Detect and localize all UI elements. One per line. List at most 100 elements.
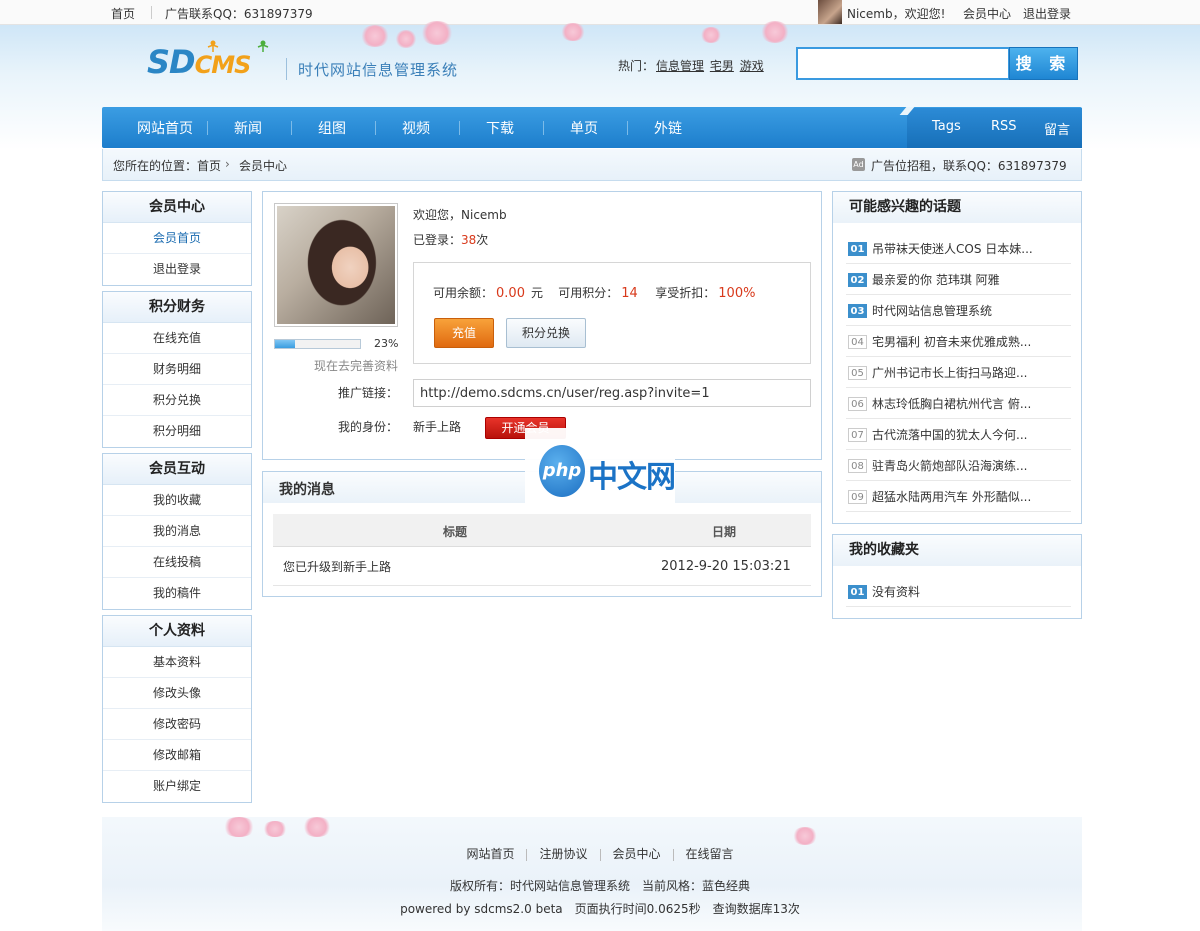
hot-link-otaku[interactable]: 宅男 xyxy=(710,59,734,73)
top-logout-link[interactable]: 退出登录 xyxy=(1023,5,1071,22)
nav-item-page[interactable]: 单页 xyxy=(570,118,598,138)
sidebar-section-title: 积分财务 xyxy=(103,292,251,323)
balance-unit: 元 xyxy=(530,286,543,300)
sidebar-item-finance-detail[interactable]: 财务明细 xyxy=(103,354,251,385)
decor-petal xyxy=(302,817,332,837)
sidebar-section-profile: 个人资料 基本资料 修改头像 修改密码 修改邮箱 账户绑定 xyxy=(102,615,252,803)
sidebar-item-logout[interactable]: 退出登录 xyxy=(103,254,251,285)
nav-tags-link[interactable]: Tags xyxy=(932,119,961,134)
message-title[interactable]: 您已升级到新手上路 xyxy=(283,558,391,575)
discount-value: 100% xyxy=(718,286,756,301)
list-item[interactable]: 01 吊带袜天使迷人COS 日本妹... xyxy=(846,233,1071,264)
points-label: 可用积分： xyxy=(558,286,619,300)
logo-cms: CMS xyxy=(194,51,252,79)
topic-link[interactable]: 超猛水陆两用汽车 外形酷似... xyxy=(872,488,1031,505)
logins-suffix: 次 xyxy=(476,233,489,247)
search-button[interactable]: 搜 索 xyxy=(1009,47,1078,80)
logo-divider xyxy=(286,58,287,80)
nav-item-download[interactable]: 下载 xyxy=(486,118,514,138)
sidebar-item-points-detail[interactable]: 积分明细 xyxy=(103,416,251,447)
nav-item-home[interactable]: 网站首页 xyxy=(137,118,193,138)
username: Nicemb xyxy=(461,208,507,222)
sidebar-section-title: 会员互动 xyxy=(103,454,251,485)
account-summary: 可用余额： 0.00 元 可用积分： 14 享受折扣： 100% xyxy=(433,284,761,301)
sidebar-item-password[interactable]: 修改密码 xyxy=(103,709,251,740)
list-item[interactable]: 04 宅男福利 初音未来优雅成熟... xyxy=(846,326,1071,357)
top-bar: 首页 广告联系QQ：631897379 Nicemb，欢迎您! 会员中心 退出登… xyxy=(0,0,1200,25)
nav-rss-link[interactable]: RSS xyxy=(991,119,1017,134)
footer-link-agreement[interactable]: 注册协议 xyxy=(527,845,599,862)
sidebar-item-messages[interactable]: 我的消息 xyxy=(103,516,251,547)
points-exchange-button[interactable]: 积分兑换 xyxy=(506,318,586,348)
promo-link-field[interactable] xyxy=(413,379,811,407)
list-item[interactable]: 09 超猛水陆两用汽车 外形酷似... xyxy=(846,481,1071,512)
list-item[interactable]: 03 时代网站信息管理系统 xyxy=(846,295,1071,326)
favorites-title: 我的收藏夹 xyxy=(833,535,1081,566)
favorite-item-text: 没有资料 xyxy=(872,585,921,599)
identity-label: 我的身份： xyxy=(338,420,399,434)
nav-item-video[interactable]: 视频 xyxy=(402,118,430,138)
rank-badge: 08 xyxy=(848,459,867,473)
sidebar-item-points-exchange[interactable]: 积分兑换 xyxy=(103,385,251,416)
sidebar-item-email[interactable]: 修改邮箱 xyxy=(103,740,251,771)
sidebar-item-member-home[interactable]: 会员首页 xyxy=(103,223,251,254)
sidebar-item-submit[interactable]: 在线投稿 xyxy=(103,547,251,578)
profile-welcome: 欢迎您，Nicemb xyxy=(413,206,507,223)
decor-petal xyxy=(700,27,722,43)
topic-link[interactable]: 古代流落中国的犹太人今何... xyxy=(872,426,1027,443)
recharge-button[interactable]: 充值 xyxy=(434,318,494,348)
complete-profile-link[interactable]: 现在去完善资料 xyxy=(314,357,398,374)
sidebar-section-interaction: 会员互动 我的收藏 我的消息 在线投稿 我的稿件 xyxy=(102,453,252,610)
topic-link[interactable]: 广州书记市长上街扫马路迎... xyxy=(872,364,1027,381)
topic-link[interactable]: 最亲爱的你 范玮琪 阿雅 xyxy=(872,271,1000,288)
list-item[interactable]: 01 没有资料 xyxy=(846,576,1071,607)
search-input[interactable] xyxy=(798,49,1008,78)
hot-link-info[interactable]: 信息管理 xyxy=(656,59,704,73)
top-home-link[interactable]: 首页 xyxy=(111,5,135,22)
list-item[interactable]: 05 广州书记市长上街扫马路迎... xyxy=(846,357,1071,388)
breadcrumb-current[interactable]: 会员中心 xyxy=(239,157,287,174)
nav-item-news[interactable]: 新闻 xyxy=(234,118,262,138)
nav-item-links[interactable]: 外链 xyxy=(654,118,682,138)
balance-label: 可用余额： xyxy=(433,286,494,300)
nav-guestbook-link[interactable]: 留言 xyxy=(1044,119,1070,138)
list-item[interactable]: 08 驻青岛火箭炮部队沿海演练... xyxy=(846,450,1071,481)
promo-link-label: 推广链接： xyxy=(338,386,399,400)
topic-link[interactable]: 驻青岛火箭炮部队沿海演练... xyxy=(872,457,1027,474)
hot-link-games[interactable]: 游戏 xyxy=(740,59,764,73)
breadcrumb: 您所在的位置： 首页 › 会员中心 广告位招租，联系QQ：631897379 xyxy=(102,149,1082,181)
decor-petal xyxy=(420,21,454,45)
top-member-center-link[interactable]: 会员中心 xyxy=(963,5,1011,22)
list-item[interactable]: 02 最亲爱的你 范玮琪 阿雅 xyxy=(846,264,1071,295)
message-date: 2012-9-20 15:03:21 xyxy=(661,559,791,574)
rank-badge: 03 xyxy=(848,304,867,318)
topic-link[interactable]: 时代网站信息管理系统 xyxy=(872,302,992,319)
avatar[interactable] xyxy=(818,0,842,24)
profile-avatar[interactable] xyxy=(274,203,398,327)
topic-link[interactable]: 吊带袜天使迷人COS 日本妹... xyxy=(872,240,1033,257)
nav-item-gallery[interactable]: 组图 xyxy=(318,118,346,138)
sidebar-item-avatar[interactable]: 修改头像 xyxy=(103,678,251,709)
sidebar-item-favorites[interactable]: 我的收藏 xyxy=(103,485,251,516)
footer-link-home[interactable]: 网站首页 xyxy=(454,845,526,862)
list-item[interactable]: 06 林志玲低胸白裙杭州代言 俯... xyxy=(846,388,1071,419)
divider xyxy=(151,6,152,19)
chevron-right-icon: › xyxy=(225,157,230,171)
logins-label: 已登录： xyxy=(413,233,462,247)
footer-link-member-center[interactable]: 会员中心 xyxy=(601,845,673,862)
column-header-date: 日期 xyxy=(712,525,737,539)
divider xyxy=(375,121,376,135)
sidebar-item-account-binding[interactable]: 账户绑定 xyxy=(103,771,251,802)
rank-badge: 04 xyxy=(848,335,867,349)
topic-link[interactable]: 林志玲低胸白裙杭州代言 俯... xyxy=(872,395,1031,412)
sidebar-item-recharge[interactable]: 在线充值 xyxy=(103,323,251,354)
search-box xyxy=(796,47,1010,80)
list-item[interactable]: 07 古代流落中国的犹太人今何... xyxy=(846,419,1071,450)
footer-link-guestbook[interactable]: 在线留言 xyxy=(674,845,746,862)
divider xyxy=(207,121,208,135)
topic-link[interactable]: 宅男福利 初音未来优雅成熟... xyxy=(872,333,1031,350)
sidebar-item-basic-info[interactable]: 基本资料 xyxy=(103,647,251,678)
sidebar-item-my-articles[interactable]: 我的稿件 xyxy=(103,578,251,609)
breadcrumb-home-link[interactable]: 首页 xyxy=(197,157,221,174)
rank-badge: 02 xyxy=(848,273,867,287)
